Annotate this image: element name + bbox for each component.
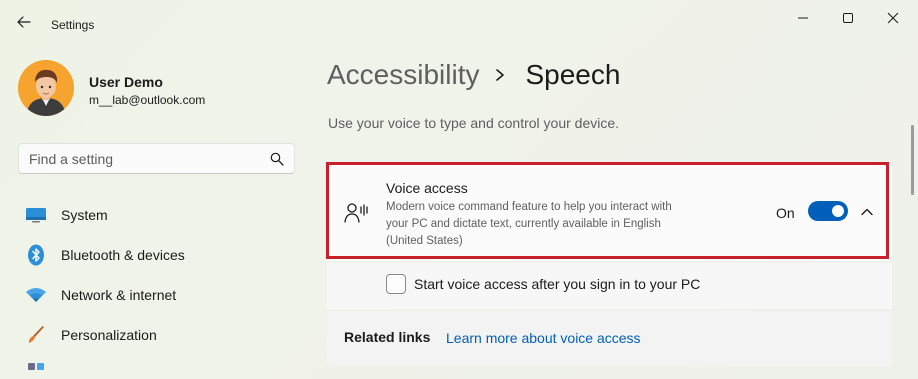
close-button[interactable] <box>878 6 908 30</box>
toggle-knob <box>832 205 844 217</box>
start-after-signin-checkbox[interactable] <box>386 274 406 294</box>
app-title: Settings <box>51 18 95 32</box>
system-icon <box>24 203 48 227</box>
search-input[interactable]: Find a setting <box>18 143 295 174</box>
wifi-icon <box>24 283 48 307</box>
sidebar-item-personalization[interactable]: Personalization <box>24 321 294 349</box>
search-icon <box>270 152 284 166</box>
sidebar-item-label: Personalization <box>61 327 157 343</box>
voice-access-title: Voice access <box>386 180 468 196</box>
minimize-button[interactable] <box>788 6 818 30</box>
toggle-state-label: On <box>776 205 795 221</box>
brush-icon <box>24 323 48 347</box>
minimize-icon <box>798 17 808 19</box>
sidebar-item-apps[interactable] <box>24 361 294 379</box>
maximize-button[interactable] <box>833 6 863 30</box>
sidebar-item-label: Network & internet <box>61 287 177 303</box>
breadcrumb: Accessibility Speech <box>327 59 620 91</box>
user-email: m__lab@outlook.com <box>89 93 206 107</box>
apps-icon <box>24 361 48 379</box>
avatar <box>18 60 74 116</box>
checkbox-label[interactable]: Start voice access after you sign in to … <box>414 276 700 292</box>
voice-access-toggle[interactable] <box>808 201 848 221</box>
back-arrow-icon <box>17 16 31 28</box>
sidebar-item-network[interactable]: Network & internet <box>24 281 294 309</box>
sidebar-item-system[interactable]: System <box>24 201 294 229</box>
sidebar-item-label: Bluetooth & devices <box>61 247 185 263</box>
sidebar-item-bluetooth[interactable]: Bluetooth & devices <box>24 241 294 269</box>
voice-access-icon <box>344 203 368 223</box>
scrollbar[interactable] <box>911 125 914 195</box>
close-icon <box>887 12 899 24</box>
chevron-up-icon[interactable] <box>860 205 874 219</box>
bluetooth-icon <box>24 243 48 267</box>
title-bar: Settings <box>0 0 918 38</box>
page-title: Speech <box>525 59 621 90</box>
learn-more-link[interactable]: Learn more about voice access <box>446 330 641 346</box>
search-placeholder: Find a setting <box>29 151 114 167</box>
chevron-right-icon <box>495 68 507 82</box>
maximize-icon <box>843 13 853 23</box>
user-name: User Demo <box>89 74 163 90</box>
voice-access-description: Modern voice command feature to help you… <box>386 201 672 247</box>
back-button[interactable] <box>14 12 34 32</box>
breadcrumb-parent[interactable]: Accessibility <box>327 59 479 91</box>
page-description: Use your voice to type and control your … <box>328 115 620 131</box>
sidebar-item-label: System <box>61 207 108 223</box>
related-links-title: Related links <box>344 329 431 345</box>
